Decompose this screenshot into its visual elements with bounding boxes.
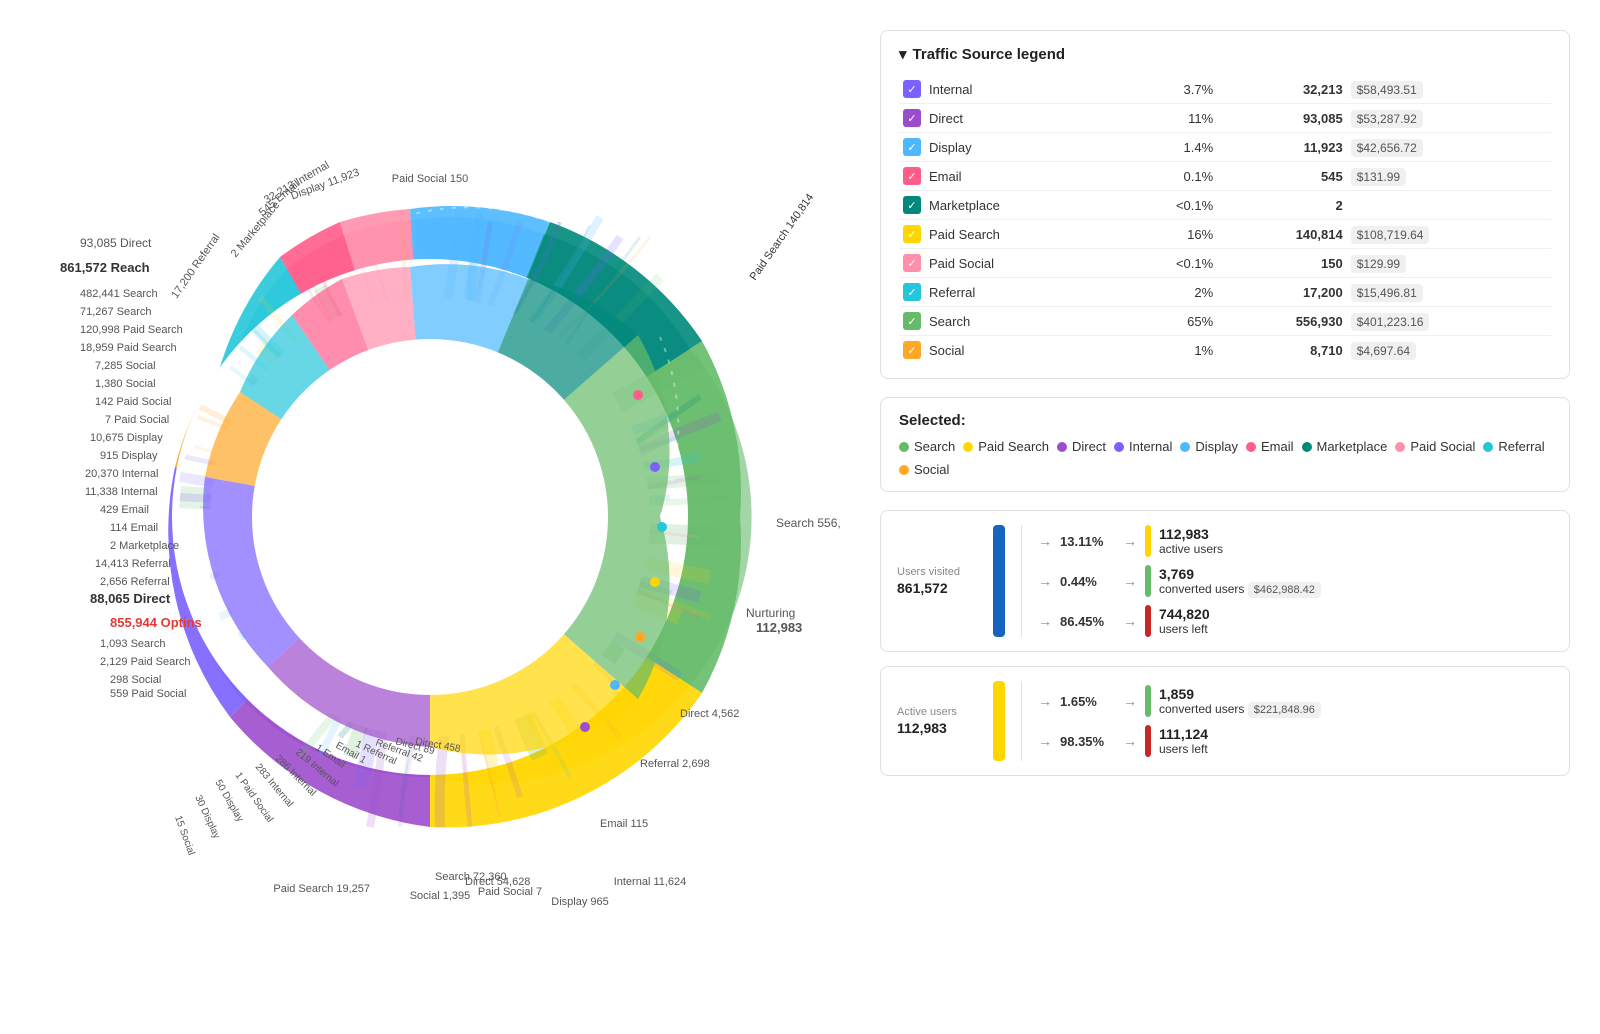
legend-row[interactable]: ✓ Paid Social <0.1% 150 $129.99	[899, 249, 1551, 278]
legend-row[interactable]: ✓ Social 1% 8,710 $4,697.64	[899, 336, 1551, 365]
legend-row[interactable]: ✓ Email 0.1% 545 $131.99	[899, 162, 1551, 191]
svg-text:Search 556,930: Search 556,930	[776, 516, 840, 530]
svg-text:2,656 Referral: 2,656 Referral	[100, 576, 170, 588]
svg-text:1,093 Search: 1,093 Search	[100, 638, 165, 650]
svg-text:Email 115: Email 115	[600, 818, 648, 830]
svg-text:861,572 Reach: 861,572 Reach	[60, 260, 150, 275]
legend-row[interactable]: ✓ Search 65% 556,930 $401,223.16	[899, 307, 1551, 336]
svg-text:93,085 Direct: 93,085 Direct	[80, 236, 152, 250]
stat-desc: 744,820 users left	[1159, 606, 1210, 636]
stat-block-1: Active users112,983 → 1.65% → 1,859 conv…	[880, 666, 1570, 776]
legend-collapse-icon[interactable]: ▾	[899, 45, 907, 63]
stat-row: → 86.45% → 744,820 users left	[1038, 605, 1553, 637]
svg-text:298 Social: 298 Social	[110, 674, 161, 686]
chord-panel: Paid Search 140,814 Search 556,930 Nurtu…	[0, 0, 860, 1034]
selected-tags: Search Paid Search Direct Internal Display Em…	[899, 439, 1551, 477]
legend-table: ✓ Internal 3.7% 32,213 $58,493.51 ✓ Dire…	[899, 75, 1551, 364]
selected-tag[interactable]: Marketplace	[1302, 439, 1388, 454]
svg-text:11,338 Internal: 11,338 Internal	[85, 486, 158, 498]
selected-tag[interactable]: Social	[899, 462, 949, 477]
legend-row[interactable]: ✓ Display 1.4% 11,923 $42,656.72	[899, 133, 1551, 162]
stat-rows: → 13.11% → 112,983 active users → 0.44% …	[1038, 525, 1553, 637]
svg-text:Nurturing: Nurturing	[746, 606, 795, 620]
svg-text:Paid Social 150: Paid Social 150	[392, 173, 468, 185]
legend-row[interactable]: ✓ Marketplace <0.1% 2	[899, 191, 1551, 220]
selected-tag[interactable]: Direct	[1057, 439, 1106, 454]
svg-text:429 Email: 429 Email	[100, 504, 149, 516]
right-panel: ▾ Traffic Source legend ✓ Internal 3.7% …	[860, 0, 1600, 1034]
stat-row: → 0.44% → 3,769 converted users $462,988…	[1038, 565, 1553, 597]
stat-desc: 3,769 converted users $462,988.42	[1159, 566, 1321, 596]
selected-section: Selected: Search Paid Search Direct Interna…	[880, 397, 1570, 492]
stat-desc: 112,983 active users	[1159, 526, 1223, 556]
svg-text:20,370 Internal: 20,370 Internal	[85, 468, 158, 480]
svg-text:7,285 Social: 7,285 Social	[95, 360, 156, 372]
stat-label: Active users112,983	[897, 681, 977, 761]
selected-tag[interactable]: Internal	[1114, 439, 1172, 454]
svg-text:120,998 Paid Search: 120,998 Paid Search	[80, 324, 183, 336]
legend-row[interactable]: ✓ Paid Search 16% 140,814 $108,719.64	[899, 220, 1551, 249]
svg-text:2,129 Paid Search: 2,129 Paid Search	[100, 656, 191, 668]
stat-bar-line	[1145, 525, 1151, 557]
svg-text:2 Marketplace: 2 Marketplace	[229, 199, 283, 260]
svg-text:Display 965: Display 965	[551, 896, 608, 908]
legend-section: ▾ Traffic Source legend ✓ Internal 3.7% …	[880, 30, 1570, 379]
stats-section: Users visited861,572 → 13.11% → 112,983 …	[880, 510, 1570, 776]
svg-text:71,267 Search: 71,267 Search	[80, 306, 152, 318]
stat-row: → 98.35% → 111,124 users left	[1038, 725, 1553, 757]
legend-row[interactable]: ✓ Direct 11% 93,085 $53,287.92	[899, 104, 1551, 133]
selected-tag[interactable]: Display	[1180, 439, 1238, 454]
svg-text:18,959 Paid Search: 18,959 Paid Search	[80, 342, 177, 354]
selected-tag[interactable]: Referral	[1483, 439, 1544, 454]
svg-text:Paid Search 19,257: Paid Search 19,257	[273, 883, 370, 895]
stat-bar	[993, 681, 1005, 761]
svg-text:17,200 Referral: 17,200 Referral	[169, 232, 222, 301]
svg-text:1,380 Social: 1,380 Social	[95, 378, 156, 390]
svg-text:Direct 4,562: Direct 4,562	[680, 708, 739, 720]
legend-row[interactable]: ✓ Referral 2% 17,200 $15,496.81	[899, 278, 1551, 307]
svg-text:142 Paid Social: 142 Paid Social	[95, 396, 171, 408]
svg-text:Referral 2,698: Referral 2,698	[640, 758, 710, 770]
stat-desc: 1,859 converted users $221,848.96	[1159, 686, 1321, 716]
stat-row: → 13.11% → 112,983 active users	[1038, 525, 1553, 557]
svg-text:Direct 54,628: Direct 54,628	[465, 876, 530, 888]
selected-tag[interactable]: Search	[899, 439, 955, 454]
svg-text:559 Paid Social: 559 Paid Social	[110, 688, 186, 700]
stat-row: → 1.65% → 1,859 converted users $221,848…	[1038, 685, 1553, 717]
stat-label: Users visited861,572	[897, 525, 977, 637]
legend-title: ▾ Traffic Source legend	[899, 45, 1551, 63]
stat-bar-line	[1145, 725, 1151, 757]
chord-svg: Paid Search 140,814 Search 556,930 Nurtu…	[20, 37, 840, 997]
svg-text:855,944 Optins: 855,944 Optins	[110, 615, 202, 630]
stat-bar	[993, 525, 1005, 637]
svg-text:114 Email: 114 Email	[110, 522, 158, 534]
selected-tag[interactable]: Email	[1246, 439, 1294, 454]
stat-bar-line	[1145, 605, 1151, 637]
legend-row[interactable]: ✓ Internal 3.7% 32,213 $58,493.51	[899, 75, 1551, 104]
svg-text:Internal 11,624: Internal 11,624	[614, 876, 687, 888]
svg-text:14,413 Referral: 14,413 Referral	[95, 558, 171, 570]
svg-text:Social 1,395: Social 1,395	[410, 890, 471, 902]
svg-text:10,675 Display: 10,675 Display	[90, 432, 163, 444]
selected-tag[interactable]: Paid Social	[1395, 439, 1475, 454]
svg-text:482,441 Search: 482,441 Search	[80, 288, 158, 300]
svg-text:915 Display: 915 Display	[100, 450, 158, 462]
svg-text:15 Social: 15 Social	[172, 814, 196, 856]
svg-text:7 Paid Social: 7 Paid Social	[105, 414, 169, 426]
svg-text:2 Marketplace: 2 Marketplace	[110, 540, 179, 552]
stat-bar-line	[1145, 685, 1151, 717]
svg-text:Paid Search 140,814: Paid Search 140,814	[748, 192, 817, 283]
stat-block-0: Users visited861,572 → 13.11% → 112,983 …	[880, 510, 1570, 652]
svg-text:30 Display: 30 Display	[192, 794, 222, 841]
svg-text:112,983: 112,983	[756, 620, 802, 635]
svg-text:88,065 Direct: 88,065 Direct	[90, 591, 171, 606]
stat-rows: → 1.65% → 1,859 converted users $221,848…	[1038, 681, 1553, 761]
stat-bar-line	[1145, 565, 1151, 597]
selected-tag[interactable]: Paid Search	[963, 439, 1049, 454]
chord-diagram: Paid Search 140,814 Search 556,930 Nurtu…	[20, 37, 840, 997]
selected-title: Selected:	[899, 412, 1551, 429]
stat-desc: 111,124 users left	[1159, 726, 1208, 756]
